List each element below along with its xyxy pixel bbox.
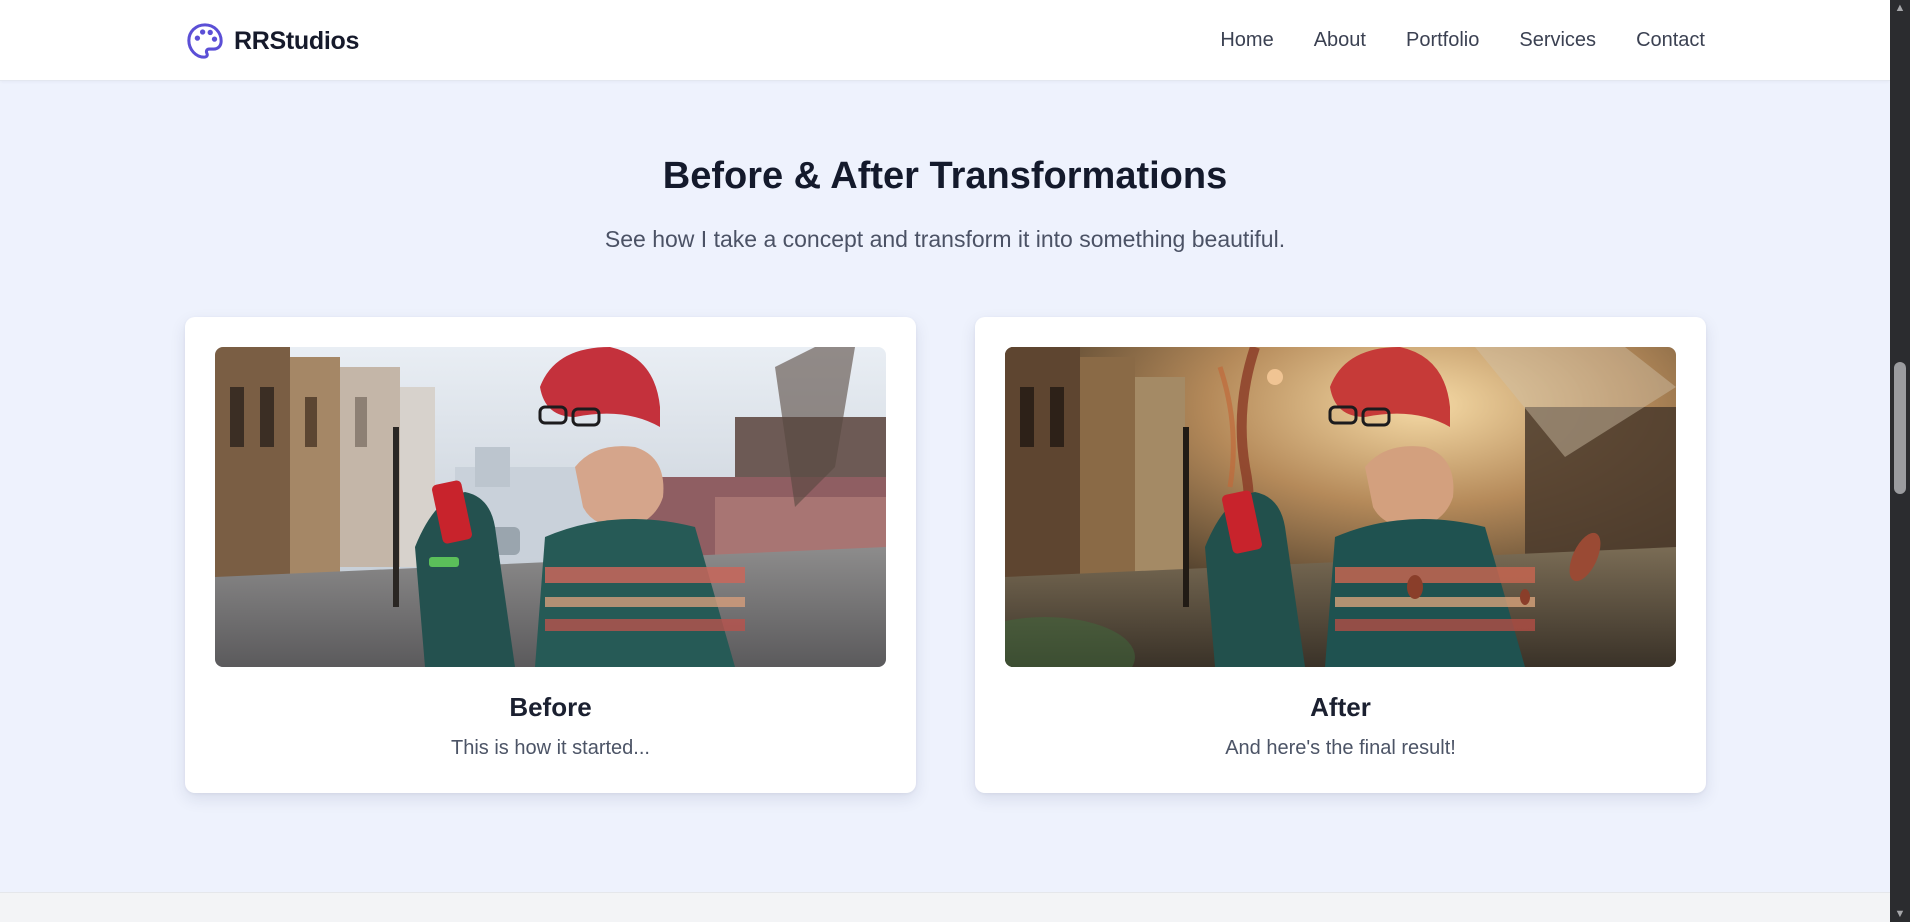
scroll-thumb[interactable] — [1894, 362, 1906, 494]
nav-link-portfolio[interactable]: Portfolio — [1406, 29, 1479, 52]
next-section-edge — [0, 892, 1890, 922]
before-text: This is how it started... — [451, 737, 650, 759]
page: RRStudios Home About Portfolio Services … — [0, 0, 1890, 922]
nav-link-about[interactable]: About — [1314, 29, 1366, 52]
section-title: Before & After Transformations — [662, 155, 1228, 197]
nav-link-services[interactable]: Services — [1519, 29, 1596, 52]
palette-icon — [186, 22, 224, 60]
brand[interactable]: RRStudios — [186, 21, 359, 61]
before-title: Before — [509, 692, 592, 722]
after-text: And here's the final result! — [1225, 737, 1456, 759]
nav-link-home[interactable]: Home — [1220, 29, 1273, 52]
after-image — [1005, 347, 1676, 667]
page-scrollbar[interactable]: ▲ ▼ — [1890, 0, 1910, 922]
nav-links: Home About Portfolio Services Contact — [1220, 0, 1705, 81]
before-card: Before This is how it started... — [185, 317, 916, 793]
nav-link-contact[interactable]: Contact — [1636, 29, 1705, 52]
scroll-down-arrow-icon[interactable]: ▼ — [1893, 908, 1907, 920]
before-image — [215, 347, 886, 667]
after-card: After And here's the final result! — [975, 317, 1706, 793]
scroll-up-arrow-icon[interactable]: ▲ — [1893, 2, 1907, 14]
brand-name: RRStudios — [234, 26, 360, 55]
navbar: RRStudios Home About Portfolio Services … — [0, 0, 1890, 81]
section-subtitle: See how I take a concept and transform i… — [604, 226, 1286, 252]
after-title: After — [1310, 692, 1371, 722]
